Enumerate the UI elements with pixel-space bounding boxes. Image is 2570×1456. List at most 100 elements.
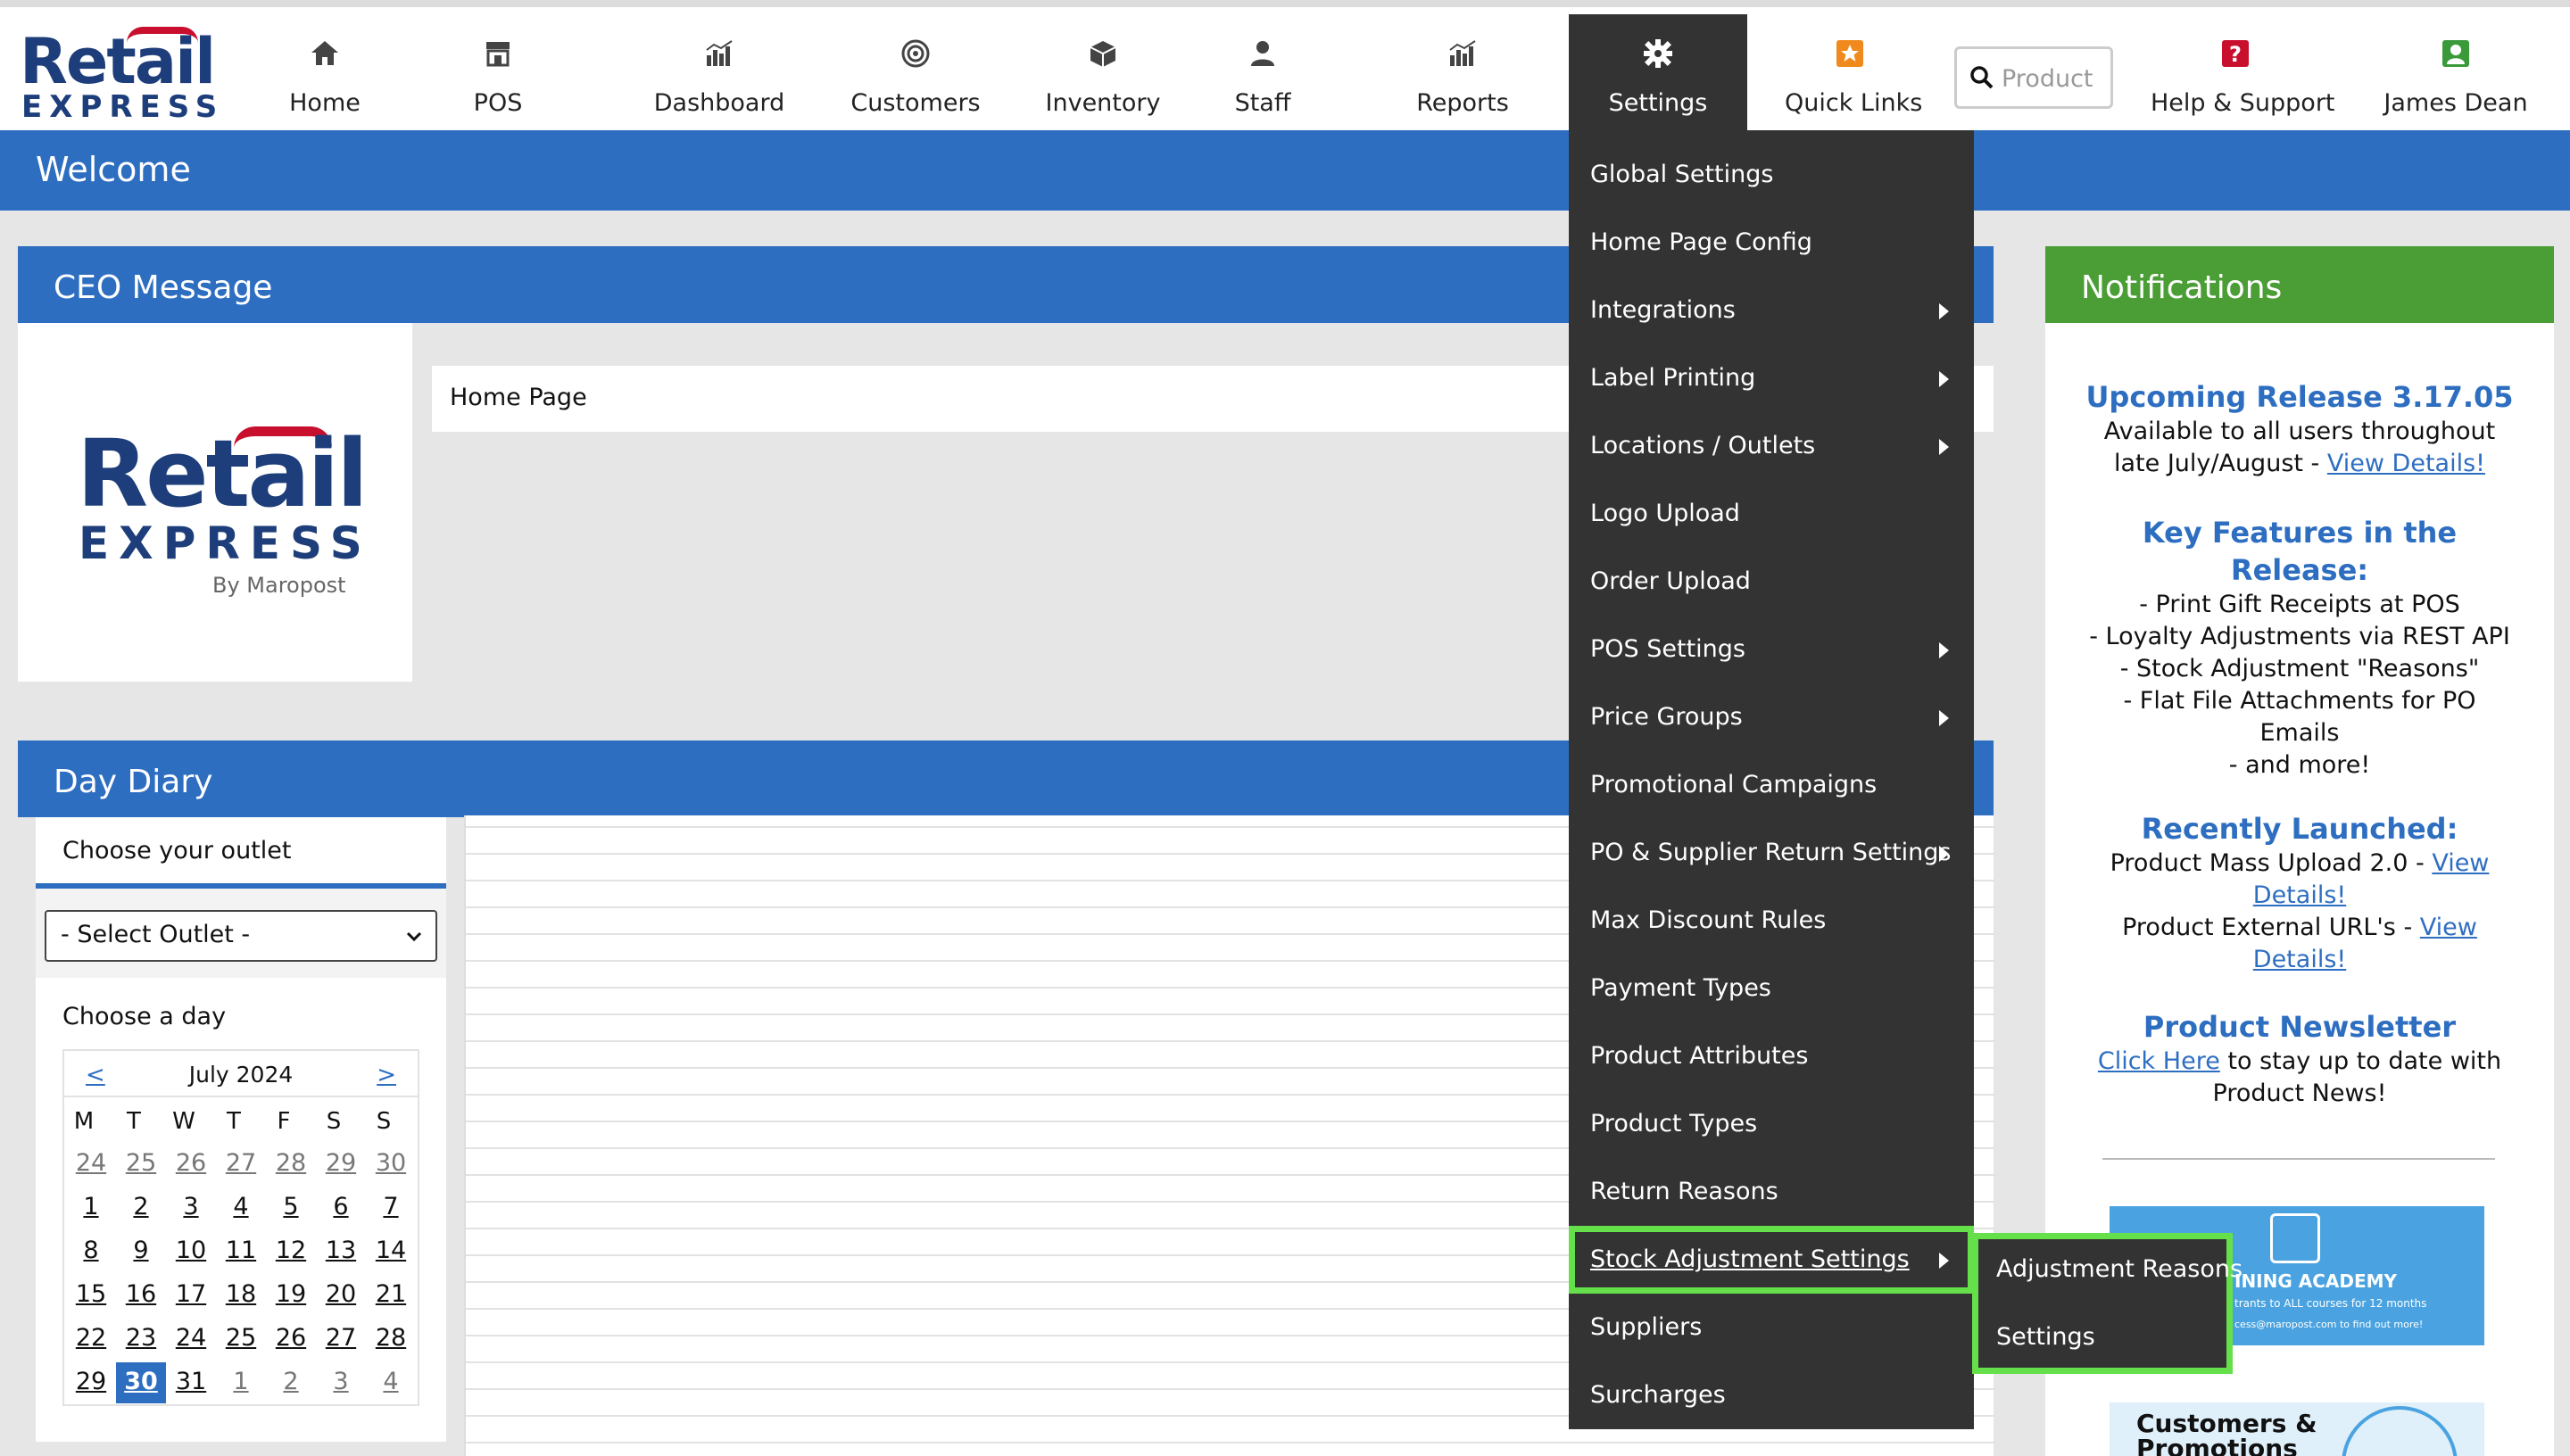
calendar-day[interactable]: 13 xyxy=(316,1231,366,1272)
newsletter-title: Product Newsletter xyxy=(2143,1010,2457,1044)
nav-quick-links[interactable]: Quick Links xyxy=(1785,14,1922,137)
calendar-day[interactable]: 4 xyxy=(366,1362,416,1403)
calendar-day[interactable]: 28 xyxy=(366,1319,416,1360)
nav-user-account[interactable]: James Dean xyxy=(2383,14,2529,137)
calendar-day[interactable]: 21 xyxy=(366,1275,416,1316)
submenu-settings[interactable]: Settings xyxy=(1978,1309,2226,1373)
calendar-day[interactable]: 23 xyxy=(116,1319,166,1360)
calendar-day[interactable]: 11 xyxy=(216,1231,266,1272)
nav-dashboard[interactable]: Dashboard xyxy=(642,14,796,137)
calendar-day[interactable]: 30 xyxy=(116,1362,166,1403)
calendar-day[interactable]: 26 xyxy=(266,1319,316,1360)
settings-menu-item[interactable]: Suppliers xyxy=(1569,1294,1974,1361)
launched-1-link-cont[interactable]: Details! xyxy=(2045,880,2554,912)
release-details-link[interactable]: View Details! xyxy=(2327,450,2485,477)
calendar-day[interactable]: 24 xyxy=(166,1319,216,1360)
calendar-day[interactable]: 25 xyxy=(116,1144,166,1185)
calendar-day[interactable]: 30 xyxy=(366,1144,416,1185)
calendar-day[interactable]: 2 xyxy=(116,1187,166,1228)
nav-reports[interactable]: Reports xyxy=(1410,14,1515,137)
top-nav-bar: Retail EXPRESS Home POS Dashboard Custom… xyxy=(0,0,2570,137)
settings-menu-item[interactable]: Locations / Outlets xyxy=(1569,412,1974,480)
calendar-day[interactable]: 22 xyxy=(66,1319,116,1360)
settings-menu-item[interactable]: Order Upload xyxy=(1569,548,1974,616)
calendar-day[interactable]: 3 xyxy=(316,1362,366,1403)
settings-menu-item-label: Payment Types xyxy=(1590,974,1771,1002)
nav-pos[interactable]: POS xyxy=(446,14,550,137)
submenu-adjustment-reasons[interactable]: Adjustment Reasons xyxy=(1978,1241,2243,1305)
laptop-icon xyxy=(2270,1213,2320,1263)
settings-menu-item[interactable]: Return Reasons xyxy=(1569,1158,1974,1226)
calendar-day[interactable]: 18 xyxy=(216,1275,266,1316)
calendar-day[interactable]: 10 xyxy=(166,1231,216,1272)
settings-menu-item[interactable]: Promotional Campaigns xyxy=(1569,751,1974,819)
nav-inventory[interactable]: Inventory xyxy=(1044,14,1162,137)
calendar-day[interactable]: 27 xyxy=(216,1144,266,1185)
settings-menu-item[interactable]: Payment Types xyxy=(1569,955,1974,1022)
choose-day-label: Choose a day xyxy=(62,1003,227,1030)
settings-menu-item[interactable]: PO & Supplier Return Settings xyxy=(1569,819,1974,887)
banner2-title: Customers & Promotions xyxy=(2136,1409,2317,1456)
calendar-day[interactable]: 29 xyxy=(66,1362,116,1403)
calendar-day[interactable]: 4 xyxy=(216,1187,266,1228)
customers-promotions-banner[interactable]: Customers & Promotions xyxy=(2110,1402,2484,1456)
calendar-day[interactable]: 29 xyxy=(316,1144,366,1185)
calendar-day[interactable]: 15 xyxy=(66,1275,116,1316)
product-search-input[interactable] xyxy=(2002,60,2109,97)
calendar-day[interactable]: 1 xyxy=(66,1187,116,1228)
nav-settings[interactable]: Settings xyxy=(1569,14,1747,137)
calendar-day[interactable]: 19 xyxy=(266,1275,316,1316)
settings-menu-item[interactable]: Global Settings xyxy=(1569,141,1974,209)
calendar-day[interactable]: 25 xyxy=(216,1319,266,1360)
settings-menu-item[interactable]: Stock Adjustment Settings xyxy=(1569,1226,1974,1294)
launched-1-link[interactable]: View xyxy=(2432,849,2489,877)
settings-menu-item[interactable]: Product Attributes xyxy=(1569,1022,1974,1090)
calendar-day[interactable]: 6 xyxy=(316,1187,366,1228)
settings-menu-item[interactable]: Max Discount Rules xyxy=(1569,887,1974,955)
nav-staff[interactable]: Staff xyxy=(1223,14,1303,137)
calendar-day[interactable]: 17 xyxy=(166,1275,216,1316)
settings-menu-item[interactable]: Home Page Config xyxy=(1569,209,1974,277)
nav-help-support[interactable]: ? Help & Support xyxy=(2151,14,2335,137)
calendar-day[interactable]: 2 xyxy=(266,1362,316,1403)
outlet-select[interactable]: - Select Outlet - xyxy=(45,910,437,962)
ceo-home-page-label: Home Page xyxy=(450,384,587,411)
settings-menu-item[interactable]: Price Groups xyxy=(1569,683,1974,751)
newsletter-link[interactable]: Click Here xyxy=(2098,1047,2220,1075)
retail-express-logo[interactable]: Retail EXPRESS xyxy=(20,25,217,125)
chevron-right-icon xyxy=(1939,642,1949,658)
calendar-day[interactable]: 26 xyxy=(166,1144,216,1185)
calendar-day[interactable]: 3 xyxy=(166,1187,216,1228)
stock-adjustment-submenu: Adjustment Reasons Settings xyxy=(1972,1233,2243,1374)
release-title: Upcoming Release 3.17.05 xyxy=(2085,380,2514,414)
calendar-day[interactable]: 14 xyxy=(366,1231,416,1272)
calendar-day[interactable]: 16 xyxy=(116,1275,166,1316)
settings-menu-item[interactable]: Logo Upload xyxy=(1569,480,1974,548)
settings-menu-item[interactable]: Product Types xyxy=(1569,1090,1974,1158)
settings-menu-item[interactable]: Integrations xyxy=(1569,277,1974,344)
settings-menu-item-label: Global Settings xyxy=(1590,161,1774,188)
settings-menu-item[interactable]: Label Printing xyxy=(1569,344,1974,412)
calendar-day[interactable]: 20 xyxy=(316,1275,366,1316)
product-search-box[interactable] xyxy=(1954,46,2113,109)
calendar-day[interactable]: 27 xyxy=(316,1319,366,1360)
calendar-day[interactable]: 5 xyxy=(266,1187,316,1228)
calendar-day[interactable]: 31 xyxy=(166,1362,216,1403)
nav-home[interactable]: Home xyxy=(268,14,382,137)
calendar-day[interactable]: 12 xyxy=(266,1231,316,1272)
notifications-title: Notifications xyxy=(2081,269,2283,306)
calendar-day[interactable]: 28 xyxy=(266,1144,316,1185)
launched-2-link-cont[interactable]: Details! xyxy=(2045,944,2554,976)
settings-menu-item[interactable]: Surcharges xyxy=(1569,1361,1974,1429)
calendar-day[interactable]: 9 xyxy=(116,1231,166,1272)
calendar-day[interactable]: 1 xyxy=(216,1362,266,1403)
nav-customers[interactable]: Customers xyxy=(848,14,983,137)
calendar-next-month[interactable]: > xyxy=(377,1062,396,1088)
calendar-day[interactable]: 8 xyxy=(66,1231,116,1272)
logo-text-top: Retail xyxy=(20,25,216,98)
key-features: Key Features in the Release: - Print Gif… xyxy=(2045,514,2554,782)
launched-2-link[interactable]: View xyxy=(2420,914,2477,941)
calendar-day[interactable]: 24 xyxy=(66,1144,116,1185)
settings-menu-item[interactable]: POS Settings xyxy=(1569,616,1974,683)
calendar-day[interactable]: 7 xyxy=(366,1187,416,1228)
